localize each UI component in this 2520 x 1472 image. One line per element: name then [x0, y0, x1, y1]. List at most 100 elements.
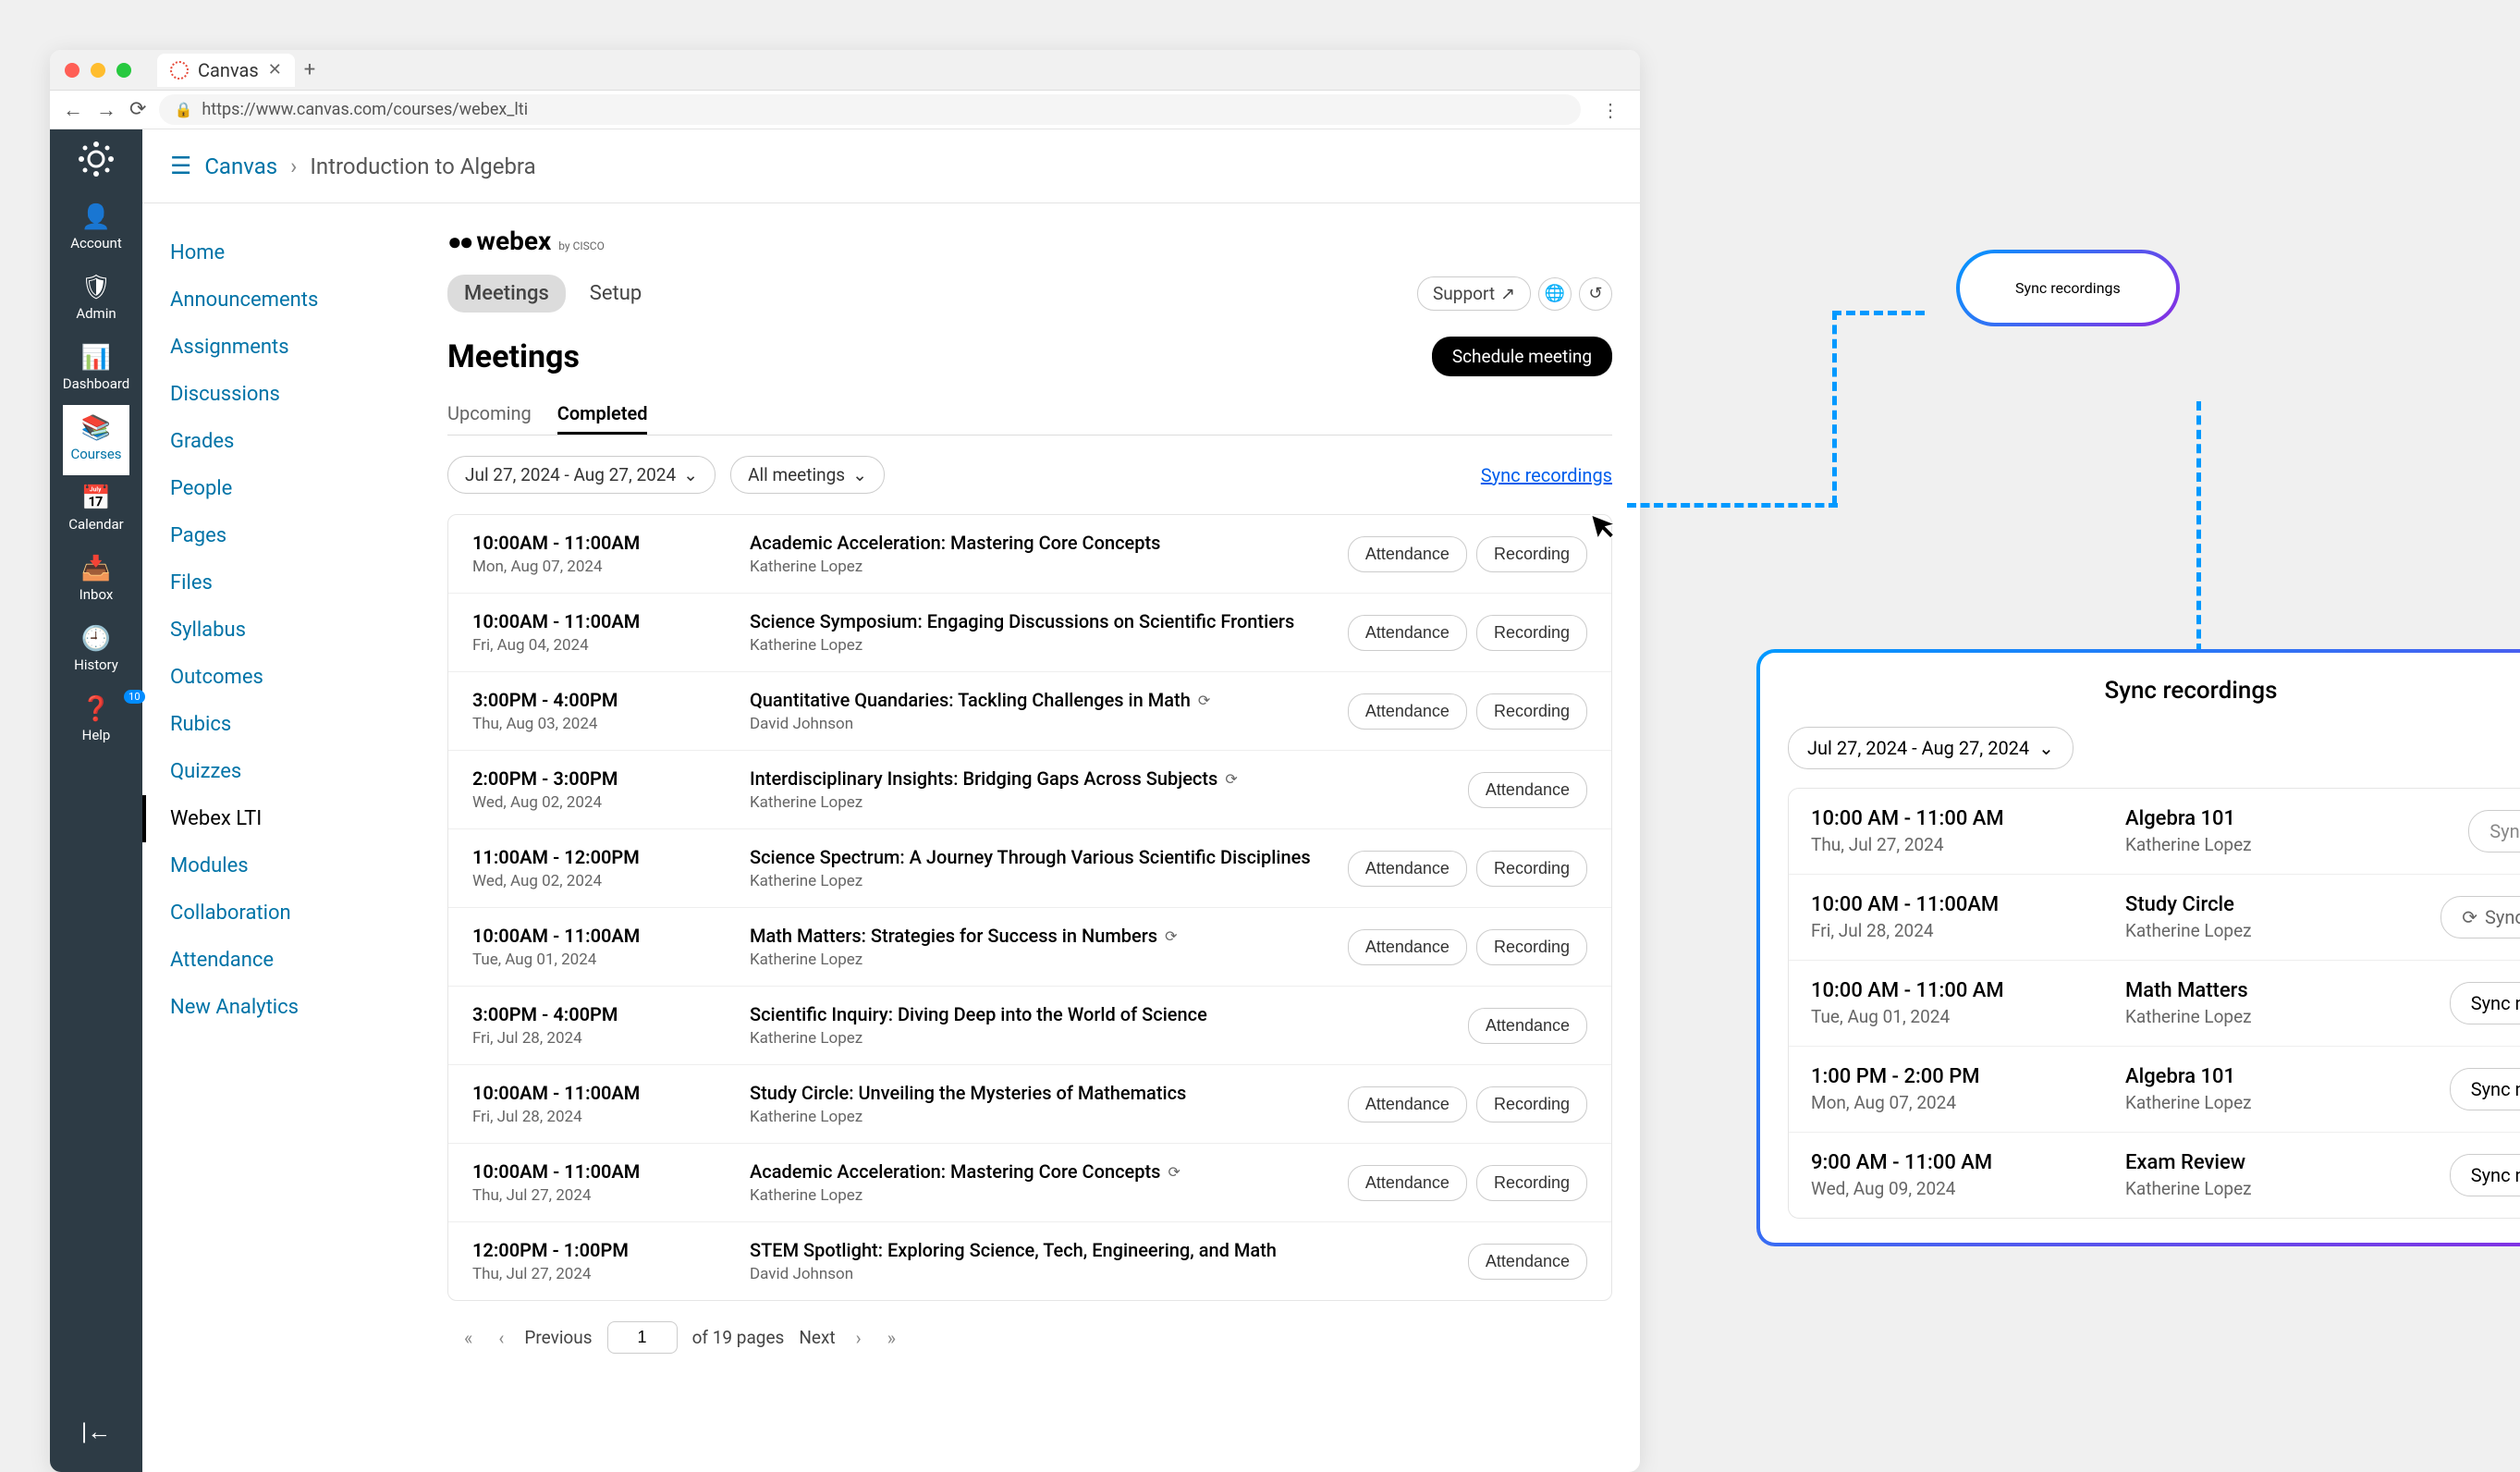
- reload-button[interactable]: ⟳: [129, 98, 146, 121]
- attendance-button[interactable]: Attendance: [1468, 772, 1587, 808]
- meeting-row: 3:00PM - 4:00PM Thu, Aug 03, 2024 Quanti…: [448, 672, 1611, 751]
- rail-item-courses[interactable]: 📚Courses: [63, 405, 130, 475]
- browser-menu-button[interactable]: ⋮: [1594, 99, 1627, 121]
- attendance-button[interactable]: Attendance: [1348, 693, 1467, 730]
- browser-tab[interactable]: Canvas ✕: [157, 54, 295, 87]
- collapse-rail-button[interactable]: |←: [67, 1403, 126, 1461]
- course-nav-outcomes[interactable]: Outcomes: [142, 654, 429, 701]
- first-page-button[interactable]: «: [459, 1327, 478, 1349]
- meeting-actions: Attendance: [1468, 1244, 1587, 1280]
- course-nav-home[interactable]: Home: [142, 229, 429, 276]
- breadcrumb: ☰ Canvas › Introduction to Algebra: [142, 129, 1640, 203]
- dialog-date-range[interactable]: Jul 27, 2024 - Aug 27, 2024⌄: [1788, 727, 2073, 769]
- sync-status-button[interactable]: Sync now: [2450, 1068, 2520, 1110]
- meeting-detail: Scientific Inquiry: Diving Deep into the…: [750, 1003, 1468, 1048]
- course-nav-people[interactable]: People: [142, 465, 429, 512]
- sync-detail: Exam Review Katherine Lopez: [2125, 1151, 2450, 1199]
- sync-row: 1:00 PM - 2:00 PM Mon, Aug 07, 2024 Alge…: [1789, 1047, 2520, 1133]
- rail-item-admin[interactable]: 🛡Admin: [63, 264, 130, 335]
- breadcrumb-root[interactable]: Canvas: [204, 153, 277, 179]
- attendance-button[interactable]: Attendance: [1348, 929, 1467, 965]
- meeting-actions: AttendanceRecording: [1348, 1086, 1587, 1122]
- courses-icon: 📚: [63, 414, 130, 442]
- recording-button[interactable]: Recording: [1476, 851, 1587, 887]
- recording-button[interactable]: Recording: [1476, 615, 1587, 651]
- recording-button[interactable]: Recording: [1476, 929, 1587, 965]
- course-nav: HomeAnnouncementsAssignmentsDiscussionsG…: [142, 203, 429, 1472]
- rail-item-calendar[interactable]: 📅Calendar: [63, 475, 130, 546]
- sync-time: 9:00 AM - 11:00 AM Wed, Aug 09, 2024: [1811, 1151, 2125, 1199]
- rail-item-account[interactable]: 👤Account: [63, 194, 130, 264]
- course-nav-announcements[interactable]: Announcements: [142, 276, 429, 324]
- new-tab-button[interactable]: +: [304, 58, 315, 81]
- recording-button[interactable]: Recording: [1476, 536, 1587, 572]
- subtab-upcoming[interactable]: Upcoming: [447, 395, 532, 435]
- sync-status-button[interactable]: Sync now: [2450, 982, 2520, 1024]
- course-nav-webex-lti[interactable]: Webex LTI: [142, 795, 429, 842]
- forward-button[interactable]: →: [96, 98, 116, 122]
- globe-icon[interactable]: 🌐: [1538, 277, 1572, 311]
- prev-chevron-icon[interactable]: ‹: [493, 1327, 509, 1349]
- course-nav-attendance[interactable]: Attendance: [142, 937, 429, 984]
- tab-meetings[interactable]: Meetings: [447, 275, 566, 313]
- attendance-button[interactable]: Attendance: [1348, 1086, 1467, 1122]
- url-field[interactable]: 🔒 https://www.canvas.com/courses/webex_l…: [159, 94, 1581, 125]
- course-nav-grades[interactable]: Grades: [142, 418, 429, 465]
- recurring-icon: ⟳: [1198, 692, 1210, 709]
- attendance-button[interactable]: Attendance: [1348, 851, 1467, 887]
- help-icon: ❓10: [63, 695, 130, 723]
- page-input[interactable]: [607, 1321, 678, 1354]
- subtab-completed[interactable]: Completed: [557, 395, 648, 435]
- hamburger-icon[interactable]: ☰: [170, 153, 191, 180]
- date-range-filter[interactable]: Jul 27, 2024 - Aug 27, 2024⌄: [447, 456, 716, 494]
- meeting-actions: AttendanceRecording: [1348, 615, 1587, 651]
- meeting-row: 2:00PM - 3:00PM Wed, Aug 02, 2024 Interd…: [448, 751, 1611, 829]
- maximize-window-button[interactable]: [116, 63, 131, 78]
- recording-button[interactable]: Recording: [1476, 693, 1587, 730]
- course-nav-collaboration[interactable]: Collaboration: [142, 889, 429, 937]
- last-page-button[interactable]: »: [882, 1327, 901, 1349]
- canvas-favicon-icon: [170, 61, 189, 80]
- course-nav-assignments[interactable]: Assignments: [142, 324, 429, 371]
- meetings-filter[interactable]: All meetings⌄: [730, 456, 885, 494]
- rail-item-history[interactable]: 🕘History: [63, 616, 130, 686]
- course-nav-files[interactable]: Files: [142, 559, 429, 607]
- sync-status-button[interactable]: Sync now: [2450, 1154, 2520, 1196]
- dashboard-icon: 📊: [63, 344, 130, 372]
- tab-setup[interactable]: Setup: [573, 275, 658, 313]
- minimize-window-button[interactable]: [91, 63, 105, 78]
- attendance-button[interactable]: Attendance: [1348, 615, 1467, 651]
- sync-recordings-link[interactable]: Sync recordings: [1481, 464, 1612, 486]
- next-button[interactable]: Next: [799, 1327, 835, 1348]
- close-tab-icon[interactable]: ✕: [268, 60, 282, 80]
- close-window-button[interactable]: [65, 63, 80, 78]
- attendance-button[interactable]: Attendance: [1348, 1165, 1467, 1201]
- course-nav-new-analytics[interactable]: New Analytics: [142, 984, 429, 1031]
- callout-sync-link[interactable]: Sync recordings: [2015, 279, 2121, 297]
- course-nav-modules[interactable]: Modules: [142, 842, 429, 889]
- rail-item-help[interactable]: ❓10Help: [63, 686, 130, 756]
- rail-item-dashboard[interactable]: 📊Dashboard: [63, 335, 130, 405]
- back-button[interactable]: ←: [63, 98, 83, 122]
- course-nav-quizzes[interactable]: Quizzes: [142, 748, 429, 795]
- meeting-detail: Study Circle: Unveiling the Mysteries of…: [750, 1082, 1348, 1126]
- course-nav-discussions[interactable]: Discussions: [142, 371, 429, 418]
- pagination: « ‹ Previous of 19 pages Next › »: [447, 1301, 1612, 1374]
- attendance-button[interactable]: Attendance: [1468, 1244, 1587, 1280]
- sync-time: 10:00 AM - 11:00 AM Thu, Jul 27, 2024: [1811, 807, 2125, 855]
- attendance-button[interactable]: Attendance: [1468, 1008, 1587, 1044]
- attendance-button[interactable]: Attendance: [1348, 536, 1467, 572]
- schedule-meeting-button[interactable]: Schedule meeting: [1432, 337, 1612, 376]
- next-chevron-icon[interactable]: ›: [850, 1327, 867, 1349]
- meeting-detail: Interdisciplinary Insights: Bridging Gap…: [750, 767, 1468, 812]
- course-nav-pages[interactable]: Pages: [142, 512, 429, 559]
- sync-row: 10:00 AM - 11:00 AM Tue, Aug 01, 2024 Ma…: [1789, 961, 2520, 1047]
- course-nav-syllabus[interactable]: Syllabus: [142, 607, 429, 654]
- recording-button[interactable]: Recording: [1476, 1165, 1587, 1201]
- recording-button[interactable]: Recording: [1476, 1086, 1587, 1122]
- support-button[interactable]: Support↗: [1417, 276, 1531, 311]
- previous-button[interactable]: Previous: [524, 1327, 592, 1348]
- course-nav-rubics[interactable]: Rubics: [142, 701, 429, 748]
- rail-item-inbox[interactable]: 📥Inbox: [63, 546, 130, 616]
- history-icon[interactable]: ↺: [1579, 277, 1612, 311]
